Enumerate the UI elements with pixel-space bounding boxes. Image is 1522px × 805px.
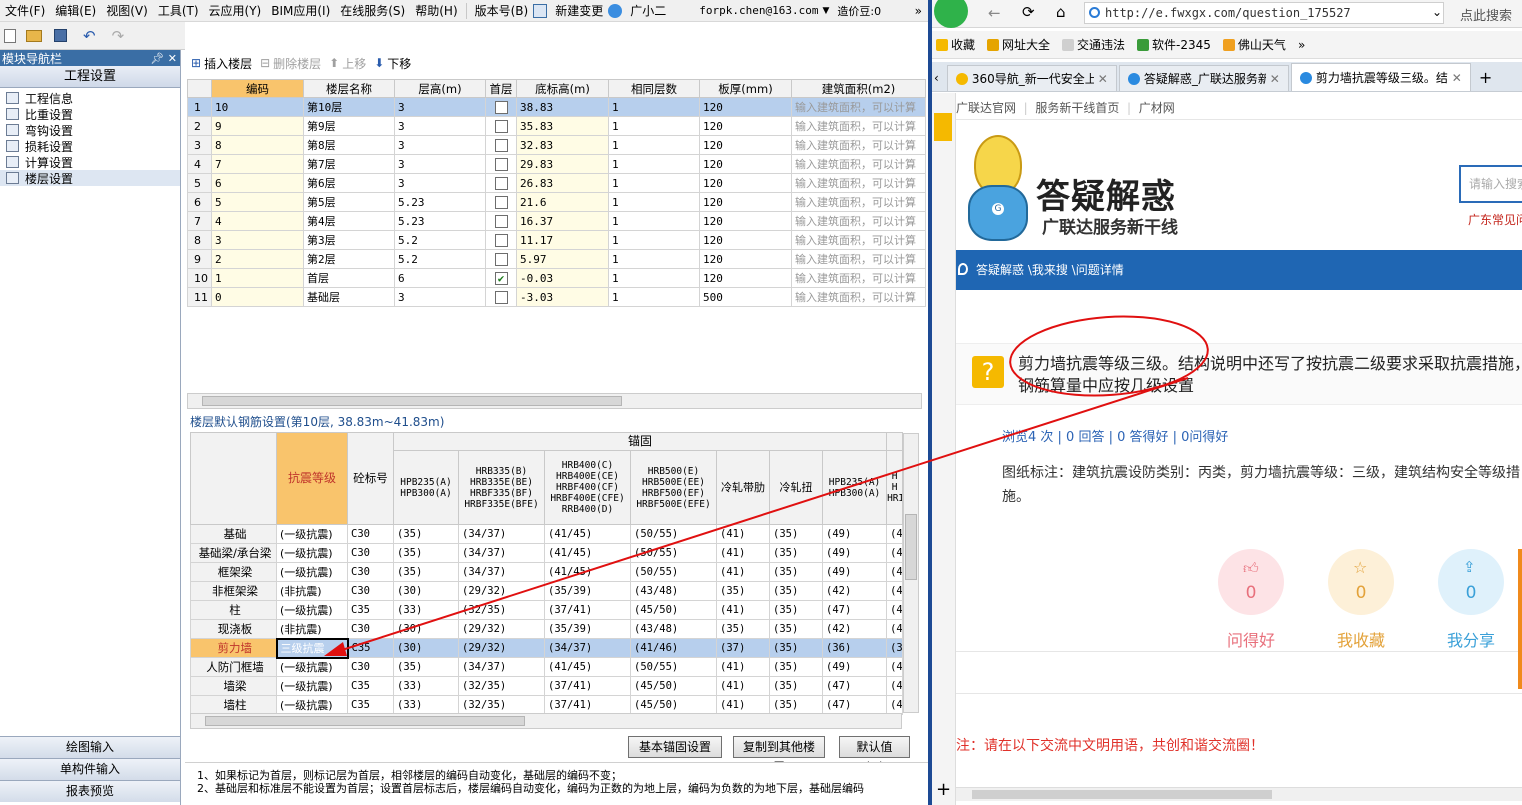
annotation-arrow-line (341, 377, 1189, 651)
annotation-arrowhead (324, 642, 347, 656)
annotation-overlay (324, 315, 1209, 656)
annotation-ellipse (1009, 315, 1209, 397)
